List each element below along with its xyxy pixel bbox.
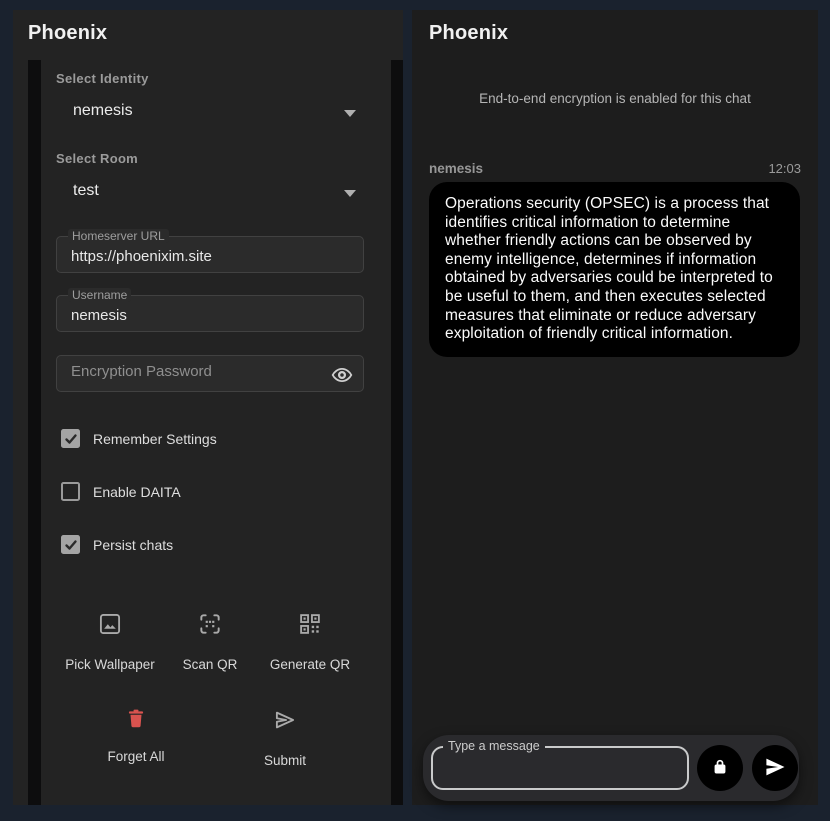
message-composer: Type a message (423, 735, 799, 801)
send-outline-icon (272, 707, 298, 736)
room-select[interactable]: test (56, 182, 364, 204)
pick-wallpaper-button[interactable]: Pick Wallpaper (55, 611, 165, 672)
enable-daita-checkbox[interactable] (61, 482, 80, 501)
username-field-label: Username (68, 288, 131, 302)
username-field: Username (56, 295, 364, 332)
encryption-password-input[interactable] (57, 356, 363, 391)
identity-select-value: nemesis (73, 102, 133, 120)
forget-all-label: Forget All (107, 749, 164, 764)
persist-chats-label: Persist chats (93, 537, 173, 553)
composer-field: Type a message (431, 746, 689, 790)
identity-section-label: Select Identity (56, 71, 149, 86)
message-timestamp: 12:03 (768, 161, 801, 176)
pick-wallpaper-label: Pick Wallpaper (65, 657, 155, 672)
room-section-label: Select Room (56, 151, 138, 166)
trash-icon (125, 707, 147, 732)
scroll-edge-shadow-right (391, 60, 403, 805)
submit-label: Submit (264, 753, 306, 768)
encrypt-button[interactable] (697, 745, 743, 791)
send-icon (763, 755, 787, 782)
chevron-down-icon (344, 110, 356, 117)
check-icon (64, 538, 78, 552)
homeserver-field: Homeserver URL (56, 236, 364, 273)
composer-field-label: Type a message (443, 739, 545, 753)
app-title-right: Phoenix (429, 22, 508, 45)
persist-chats-row[interactable]: Persist chats (61, 535, 173, 554)
forget-all-button[interactable]: Forget All (81, 707, 191, 764)
enable-daita-row[interactable]: Enable DAITA (61, 482, 181, 501)
send-button[interactable] (752, 745, 798, 791)
message-meta: nemesis 12:03 (429, 161, 801, 176)
remember-settings-row[interactable]: Remember Settings (61, 429, 217, 448)
generate-qr-label: Generate QR (270, 657, 350, 672)
chat-panel: Phoenix End-to-end encryption is enabled… (412, 10, 818, 805)
persist-chats-checkbox[interactable] (61, 535, 80, 554)
message-input[interactable] (433, 748, 687, 788)
app-title-left: Phoenix (28, 22, 107, 45)
settings-form: Select Identity nemesis Select Room test… (56, 60, 364, 805)
enable-daita-label: Enable DAITA (93, 484, 181, 500)
scan-qr-label: Scan QR (183, 657, 238, 672)
remember-settings-checkbox[interactable] (61, 429, 80, 448)
image-icon (97, 611, 123, 640)
message-sender: nemesis (429, 161, 483, 176)
qr-code-icon (297, 611, 323, 640)
eye-icon (330, 375, 354, 390)
generate-qr-button[interactable]: Generate QR (255, 611, 365, 672)
qr-scan-icon (197, 611, 223, 640)
submit-button[interactable]: Submit (230, 707, 340, 768)
remember-settings-label: Remember Settings (93, 431, 217, 447)
chevron-down-icon (344, 190, 356, 197)
check-icon (64, 432, 78, 446)
homeserver-field-label: Homeserver URL (68, 229, 169, 243)
settings-panel: Phoenix Select Identity nemesis Select R… (13, 10, 403, 805)
lock-icon (710, 757, 730, 780)
room-select-value: test (73, 182, 99, 200)
password-visibility-toggle[interactable] (330, 363, 354, 387)
message-bubble: Operations security (OPSEC) is a process… (429, 182, 800, 357)
encryption-password-field (56, 355, 364, 392)
scan-qr-button[interactable]: Scan QR (155, 611, 265, 672)
identity-select[interactable]: nemesis (56, 102, 364, 124)
encryption-notice: End-to-end encryption is enabled for thi… (412, 91, 818, 106)
scroll-edge-shadow-left (28, 60, 41, 805)
